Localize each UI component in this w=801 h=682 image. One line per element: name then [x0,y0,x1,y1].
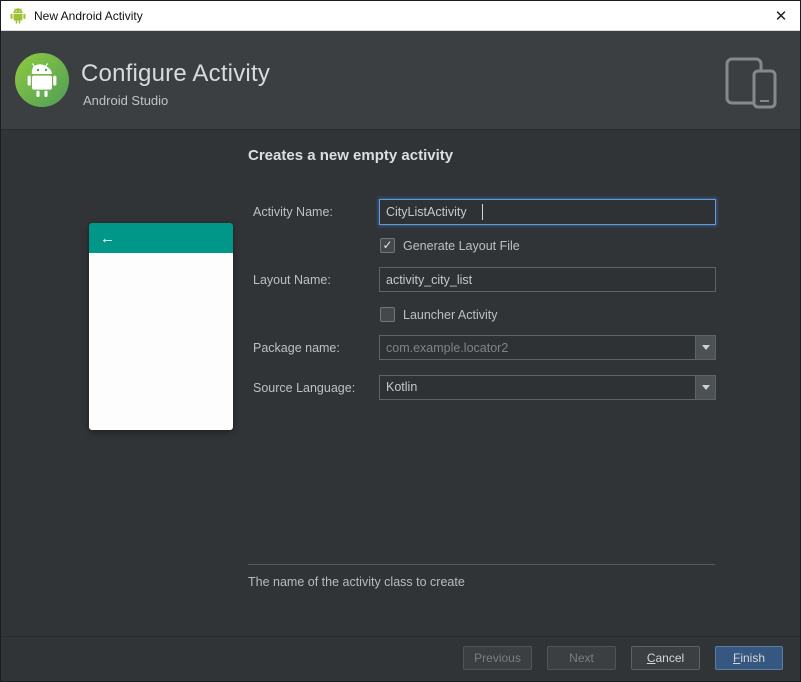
package-name-label: Package name: [253,341,340,355]
window-title: New Android Activity [34,8,143,23]
package-name-combo [379,335,716,360]
launcher-activity-checkbox[interactable] [380,307,395,322]
close-icon: ✕ [774,7,788,25]
preview-content-area [89,253,233,430]
activity-name-label: Activity Name: [253,205,333,219]
source-language-label: Source Language: [253,381,356,395]
preview-app-bar: ← [89,223,233,253]
generate-layout-checkbox[interactable]: ✓ [380,238,395,253]
chevron-down-icon [701,385,710,390]
wizard-subtitle: Android Studio [83,93,169,108]
section-divider [248,564,715,565]
language-dropdown-button[interactable] [695,376,715,399]
previous-button[interactable]: Previous [463,646,532,670]
wizard-step-title: Configure Activity [81,60,271,87]
launcher-activity-row: Launcher Activity [380,307,498,322]
page-title: Creates a new empty activity [248,147,454,164]
cancel-button[interactable]: Cancel [631,646,700,670]
android-robot-icon [10,7,26,24]
field-help-text: The name of the activity class to create [248,575,465,589]
android-studio-logo-icon [15,53,69,107]
package-name-input[interactable] [380,336,695,359]
source-language-select[interactable]: Kotlin [379,375,716,400]
activity-preview: ← [89,223,233,430]
back-arrow-icon: ← [100,229,115,247]
text-caret [482,204,483,220]
next-button[interactable]: Next [547,646,616,670]
button-bar-divider [1,636,800,637]
finish-button[interactable]: Finish [715,646,783,670]
generate-layout-row: ✓ Generate Layout File [380,238,520,253]
phone-tablet-icon [725,57,777,109]
source-language-value: Kotlin [386,380,418,394]
package-dropdown-button[interactable] [695,336,715,359]
chevron-down-icon [701,345,710,350]
wizard-header: Configure Activity Android Studio [1,31,800,130]
title-bar: New Android Activity ✕ [1,1,800,31]
launcher-activity-label[interactable]: Launcher Activity [403,308,498,322]
close-button[interactable]: ✕ [762,1,800,31]
activity-name-input[interactable] [379,199,716,225]
layout-name-input[interactable] [379,267,716,292]
layout-name-label: Layout Name: [253,273,331,287]
checkmark-icon: ✓ [382,238,393,252]
generate-layout-label[interactable]: Generate Layout File [403,239,520,253]
new-android-activity-dialog: New Android Activity ✕ Configure Activit… [0,0,801,682]
